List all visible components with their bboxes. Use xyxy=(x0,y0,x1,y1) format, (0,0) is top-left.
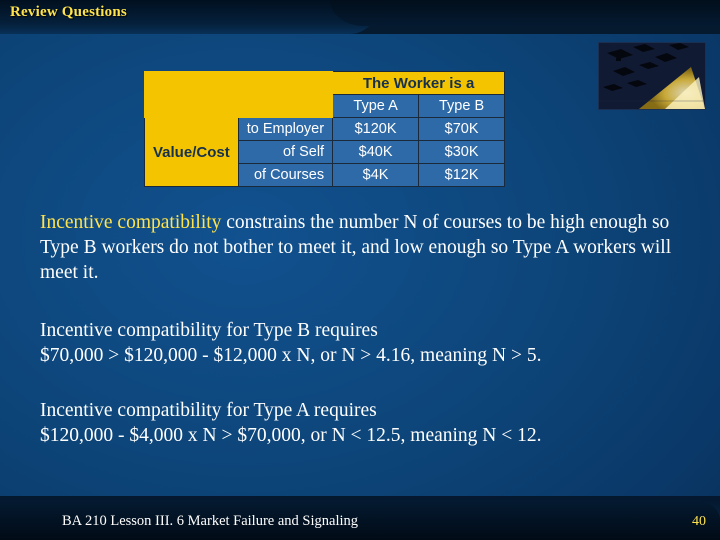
paragraph-3-line-1: Incentive compatibility for Type A requi… xyxy=(40,400,377,421)
page-title: Review Questions xyxy=(10,4,127,20)
footer-label: BA 210 Lesson III. 6 Market Failure and … xyxy=(62,513,358,529)
worker-type-table: The Worker is a Type A Type B Value/Cost… xyxy=(144,71,506,187)
table-row-label-of-self: of Self xyxy=(237,140,334,164)
paragraph-type-a: Incentive compatibility for Type A requi… xyxy=(40,398,688,448)
paragraph-type-b: Incentive compatibility for Type B requi… xyxy=(40,318,688,368)
table-corner-cell-3 xyxy=(144,94,239,118)
title-bar-right-shape xyxy=(330,0,720,26)
table-cell-employer-b: $70K xyxy=(418,117,506,141)
page-number: 40 xyxy=(692,514,706,529)
table-cell-employer-a: $120K xyxy=(332,117,420,141)
slide: Review Questions The Worker is a Type A … xyxy=(0,0,720,540)
table-corner-cell-2 xyxy=(237,71,334,95)
table-row-label-of-courses: of Courses xyxy=(237,163,334,187)
table-row: The Worker is a xyxy=(144,71,506,95)
paragraph-2-line-1: Incentive compatibility for Type B requi… xyxy=(40,320,378,341)
table-corner-cell xyxy=(144,71,239,95)
paragraph-2-line-2: $70,000 > $120,000 - $12,000 x N, or N >… xyxy=(40,345,542,366)
table-col-header-type-a: Type A xyxy=(332,94,420,118)
table-col-header-type-b: Type B xyxy=(418,94,506,118)
table-row-group-label: Value/Cost xyxy=(144,117,239,187)
table-header-title: The Worker is a xyxy=(332,71,506,95)
table-cell-courses-a: $4K xyxy=(332,163,420,187)
paragraph-3-line-2: $120,000 - $4,000 x N > $70,000, or N < … xyxy=(40,425,542,446)
table-cell-self-b: $30K xyxy=(418,140,506,164)
table-cell-courses-b: $12K xyxy=(418,163,506,187)
graduation-caps-photo xyxy=(598,42,706,110)
table-cell-self-a: $40K xyxy=(332,140,420,164)
table-row: Type A Type B xyxy=(144,94,506,118)
paragraph-incentive-compatibility: Incentive compatibility constrains the n… xyxy=(40,210,688,285)
table-corner-cell-4 xyxy=(237,94,334,118)
table-row-label-to-employer: to Employer xyxy=(237,117,334,141)
paragraph-1-highlight: Incentive compatibility xyxy=(40,212,222,233)
table-row: Value/Cost to Employer $120K $70K xyxy=(144,117,506,187)
